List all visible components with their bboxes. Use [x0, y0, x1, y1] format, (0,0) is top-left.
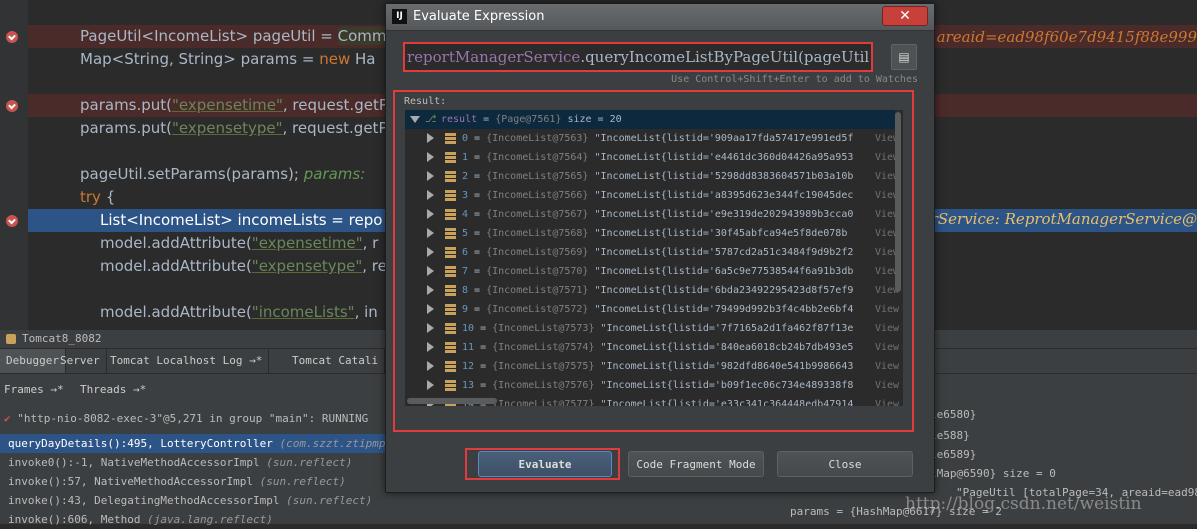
editor-gutter[interactable]: [0, 0, 28, 330]
expand-icon[interactable]: [427, 304, 434, 314]
inline-value-areaid: areaid=ead98f60e7d9415f88e999: [936, 28, 1197, 46]
intellij-logo-icon: IJ: [392, 9, 407, 24]
expand-icon[interactable]: [427, 247, 434, 257]
tree-item-row[interactable]: 4 = {IncomeList@7567} "IncomeList{listid…: [405, 205, 900, 224]
expand-icon[interactable]: [427, 285, 434, 295]
tree-item-row[interactable]: 10 = {IncomeList@7573} "IncomeList{listi…: [405, 319, 900, 338]
expand-icon[interactable]: [427, 190, 434, 200]
expression-field-frame: reportManagerService.queryIncomeListByPa…: [403, 42, 873, 72]
inline-value-service: erService: ReprotManagerService@: [921, 210, 1197, 228]
close-button[interactable]: Close: [777, 451, 913, 477]
tab-frames[interactable]: Frames →*: [4, 378, 64, 402]
list-element-icon: [445, 152, 456, 163]
result-tree[interactable]: ⎇ result = {Page@7561} size = 20 0 = {In…: [405, 110, 903, 406]
list-element-icon: [445, 323, 456, 334]
code-fragment-mode-button[interactable]: Code Fragment Mode: [628, 451, 764, 477]
view-link[interactable]: View: [873, 376, 900, 395]
expand-icon[interactable]: [427, 342, 434, 352]
tree-item-row[interactable]: 12 = {IncomeList@7575} "IncomeList{listi…: [405, 357, 900, 376]
expand-icon[interactable]: [427, 380, 434, 390]
horizontal-scrollbar[interactable]: [407, 398, 497, 404]
breakpoint-icon[interactable]: [6, 215, 18, 227]
expand-icon[interactable]: [427, 228, 434, 238]
evaluate-button[interactable]: Evaluate: [478, 451, 612, 477]
list-element-icon: [445, 209, 456, 220]
frame-row[interactable]: invoke():43, DelegatingMethodAccessorImp…: [0, 491, 385, 510]
dialog-title: Evaluate Expression: [413, 9, 545, 24]
variable-value[interactable]: lMap@6590} size = 0: [930, 467, 1056, 480]
frame-row[interactable]: queryDayDetails():495, LotteryController…: [0, 434, 419, 453]
expand-icon[interactable]: [427, 171, 434, 181]
list-element-icon: [445, 190, 456, 201]
variable-value[interactable]: le6580}: [930, 408, 976, 421]
view-link[interactable]: View: [873, 357, 900, 376]
list-element-icon: [445, 266, 456, 277]
breakpoint-icon[interactable]: [6, 31, 18, 43]
tree-item-row[interactable]: 11 = {IncomeList@7574} "IncomeList{listi…: [405, 338, 900, 357]
tree-item-row[interactable]: 9 = {IncomeList@7572} "IncomeList{listid…: [405, 300, 900, 319]
expand-icon[interactable]: [427, 266, 434, 276]
tab-server[interactable]: Server: [54, 349, 107, 373]
expression-input[interactable]: reportManagerService.queryIncomeListByPa…: [407, 46, 869, 68]
tree-item-row[interactable]: 6 = {IncomeList@7569} "IncomeList{listid…: [405, 243, 900, 262]
thread-selector[interactable]: ✔ "http-nio-8082-exec-3"@5,271 in group …: [0, 409, 385, 429]
view-link[interactable]: View: [873, 300, 900, 319]
view-link[interactable]: View: [873, 395, 900, 406]
tree-item-row[interactable]: 13 = {IncomeList@7576} "IncomeList{listi…: [405, 376, 900, 395]
evaluate-expression-dialog: IJ Evaluate Expression ✕ reportManagerSe…: [385, 3, 935, 493]
expand-icon[interactable]: [427, 323, 434, 333]
expand-icon[interactable]: [427, 209, 434, 219]
thread-status-icon: ✔: [4, 412, 11, 425]
breakpoint-icon[interactable]: [6, 100, 18, 112]
tree-item-row[interactable]: 2 = {IncomeList@7565} "IncomeList{listid…: [405, 167, 900, 186]
expand-icon[interactable]: [427, 361, 434, 371]
tab-threads[interactable]: Threads →*: [80, 378, 146, 402]
expand-icon[interactable]: [427, 133, 434, 143]
tree-item-row[interactable]: 3 = {IncomeList@7566} "IncomeList{listid…: [405, 186, 900, 205]
list-element-icon: [445, 361, 456, 372]
view-link[interactable]: View: [873, 338, 900, 357]
frame-row[interactable]: invoke():606, Method (java.lang.reflect): [0, 510, 385, 529]
frame-row[interactable]: invoke():57, NativeMethodAccessorImpl (s…: [0, 472, 385, 491]
frame-row[interactable]: invoke0():-1, NativeMethodAccessorImpl (…: [0, 453, 385, 472]
close-icon[interactable]: ✕: [882, 6, 928, 26]
frames-threads-tabs: Frames →* Threads →*: [0, 378, 385, 402]
watches-hint: Use Control+Shift+Enter to add to Watche…: [671, 74, 918, 85]
variable-value[interactable]: le588}: [930, 429, 970, 442]
list-element-icon: [445, 304, 456, 315]
debug-config-name: Tomcat8_8082: [22, 332, 102, 345]
collapse-icon[interactable]: [410, 116, 420, 123]
tab-tomcat-catalina[interactable]: Tomcat Catali: [286, 349, 386, 373]
list-element-icon: [445, 171, 456, 182]
tab-tomcat-localhost-log[interactable]: Tomcat Localhost Log →*: [104, 349, 270, 373]
vertical-scrollbar[interactable]: [895, 112, 901, 292]
tree-item-row[interactable]: 8 = {IncomeList@7571} "IncomeList{listid…: [405, 281, 900, 300]
tree-item-row[interactable]: 5 = {IncomeList@7568} "IncomeList{listid…: [405, 224, 900, 243]
list-element-icon: [445, 133, 456, 144]
history-icon[interactable]: ▤: [891, 44, 917, 70]
tomcat-icon: [6, 334, 16, 344]
expand-icon[interactable]: [427, 152, 434, 162]
list-element-icon: [445, 228, 456, 239]
tree-item-row[interactable]: 0 = {IncomeList@7563} "IncomeList{listid…: [405, 129, 900, 148]
tree-root-row[interactable]: ⎇ result = {Page@7561} size = 20: [405, 110, 895, 129]
list-element-icon: [445, 342, 456, 353]
watermark: http://blog.csdn.net/weistin: [905, 494, 1142, 514]
watch-result-icon: ⎇: [425, 114, 437, 125]
list-element-icon: [445, 247, 456, 258]
tree-item-row[interactable]: 1 = {IncomeList@7564} "IncomeList{listid…: [405, 148, 900, 167]
result-label: Result:: [404, 96, 447, 107]
tree-item-row[interactable]: 7 = {IncomeList@7570} "IncomeList{listid…: [405, 262, 900, 281]
list-element-icon: [445, 380, 456, 391]
dialog-title-bar[interactable]: IJ Evaluate Expression ✕: [386, 4, 934, 31]
variable-value[interactable]: le6589}: [930, 448, 976, 461]
result-panel: Result: ⎇ result = {Page@7561} size = 20…: [393, 90, 914, 432]
list-element-icon: [445, 285, 456, 296]
view-link[interactable]: View: [873, 319, 900, 338]
